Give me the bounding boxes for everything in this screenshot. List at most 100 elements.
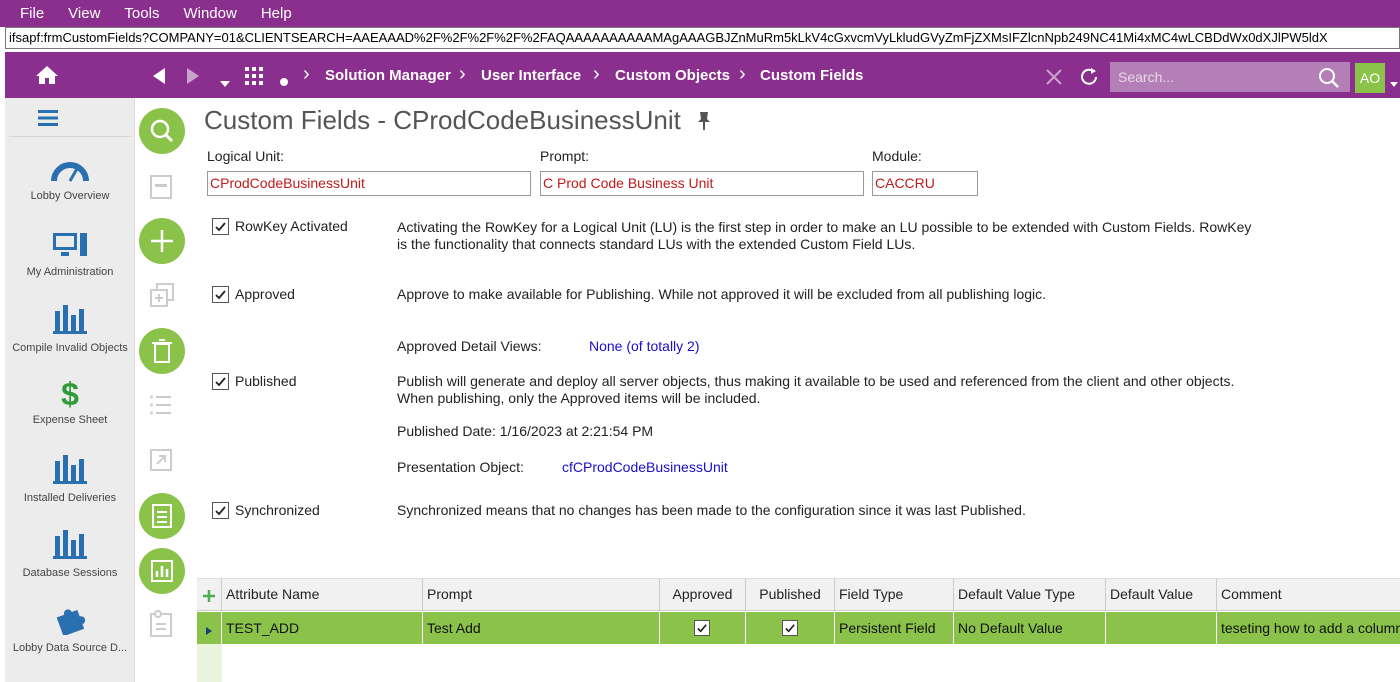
menu-bar: File View Tools Window Help	[0, 0, 1400, 27]
delete-button[interactable]	[139, 328, 185, 374]
row-gutter	[197, 644, 222, 682]
open-link-icon	[149, 448, 173, 475]
synchronized-checkbox[interactable]	[212, 502, 229, 519]
dollar-icon: $	[61, 376, 79, 412]
hamburger-menu-icon[interactable]	[38, 110, 58, 129]
info-document-icon	[149, 610, 173, 641]
details-button[interactable]	[139, 493, 185, 539]
home-icon[interactable]	[35, 65, 59, 90]
form-icon	[149, 174, 173, 203]
table-row[interactable]: TEST_ADD Test Add Persistent Field No De…	[197, 612, 1400, 644]
command-column	[135, 98, 193, 682]
module-label: Module:	[872, 148, 922, 164]
sidebar-item-my-administration[interactable]: My Administration	[5, 231, 135, 278]
prompt-label: Prompt:	[540, 148, 590, 164]
approved-detail-views-label: Approved Detail Views:	[397, 338, 542, 354]
custom-fields-table: Attribute Name Prompt Approved Published…	[197, 578, 1400, 682]
rowkey-description-line2: is the functionality that connects stand…	[397, 236, 916, 252]
bar-chart-icon	[53, 530, 87, 563]
cell-default-value[interactable]	[1105, 612, 1216, 644]
synchronized-description: Synchronized means that no changes has b…	[397, 502, 1026, 518]
row-selector-icon[interactable]	[205, 623, 213, 639]
search-input[interactable]: Search...	[1110, 62, 1350, 92]
cell-default-value-type[interactable]: No Default Value	[953, 612, 1105, 644]
logical-unit-label: Logical Unit:	[207, 148, 285, 164]
apps-grid-icon[interactable]	[245, 67, 263, 90]
column-header-prompt[interactable]: Prompt	[422, 579, 659, 612]
avatar[interactable]: AO	[1355, 63, 1385, 93]
search-button[interactable]	[139, 108, 185, 154]
bar-chart-icon	[53, 305, 87, 338]
dot-icon	[279, 71, 289, 92]
menu-view[interactable]: View	[68, 5, 100, 22]
breadcrumb-solution-manager[interactable]: Solution Manager	[325, 67, 451, 84]
column-header-attribute-name[interactable]: Attribute Name	[221, 579, 422, 612]
add-row-icon[interactable]	[202, 589, 216, 606]
duplicate-icon	[149, 282, 175, 311]
cell-attribute-name[interactable]: TEST_ADD	[221, 612, 422, 644]
forward-arrow-icon[interactable]	[185, 67, 201, 90]
sidebar-item-compile-invalid-objects[interactable]: Compile Invalid Objects	[5, 303, 135, 354]
table-header: Attribute Name Prompt Approved Published…	[197, 578, 1400, 612]
approved-checkbox[interactable]	[212, 286, 229, 303]
cell-comment[interactable]: teseting how to add a column	[1216, 612, 1400, 644]
breadcrumb-custom-fields[interactable]: Custom Fields	[760, 67, 863, 84]
chevron-down-icon[interactable]	[1389, 73, 1399, 94]
cell-prompt[interactable]: Test Add	[422, 612, 659, 644]
new-button[interactable]	[139, 218, 185, 264]
menu-tools[interactable]: Tools	[124, 5, 159, 22]
search-placeholder: Search...	[1118, 69, 1175, 85]
column-header-published[interactable]: Published	[745, 579, 834, 612]
back-arrow-icon[interactable]	[151, 67, 167, 90]
published-label: Published	[235, 373, 297, 389]
address-bar[interactable]: ifsapf:frmCustomFields?COMPANY=01&CLIENT…	[5, 27, 1400, 49]
menu-help[interactable]: Help	[261, 5, 292, 22]
prompt-field[interactable]: C Prod Code Business Unit	[540, 171, 864, 196]
sidebar-item-expense-sheet[interactable]: $ Expense Sheet	[5, 378, 135, 426]
breadcrumb-user-interface[interactable]: User Interface	[481, 67, 581, 84]
approved-detail-views-link[interactable]: None (of totally 2)	[589, 338, 700, 354]
menu-window[interactable]: Window	[183, 5, 236, 22]
column-header-default-value[interactable]: Default Value	[1105, 579, 1216, 612]
breadcrumb-separator-icon: ›	[739, 63, 746, 85]
search-icon[interactable]	[1318, 67, 1340, 92]
rowkey-description-line1: Activating the RowKey for a Logical Unit…	[397, 219, 1252, 235]
dropdown-icon[interactable]	[219, 72, 231, 93]
sidebar-item-label: Lobby Data Source D...	[12, 642, 128, 654]
presentation-object-link[interactable]: cfCProdCodeBusinessUnit	[562, 459, 728, 475]
gauge-icon	[51, 162, 89, 186]
menu-file[interactable]: File	[20, 5, 44, 22]
rowkey-activated-label: RowKey Activated	[235, 218, 348, 234]
breadcrumb-custom-objects[interactable]: Custom Objects	[615, 67, 730, 84]
sidebar-item-label: Database Sessions	[22, 567, 118, 579]
logical-unit-field[interactable]: CProdCodeBusinessUnit	[207, 171, 531, 196]
close-icon[interactable]	[1045, 68, 1063, 91]
refresh-icon[interactable]	[1078, 66, 1100, 93]
approved-description: Approve to make available for Publishing…	[397, 286, 1047, 302]
bar-chart-icon	[53, 455, 87, 488]
analytics-button[interactable]	[139, 548, 185, 594]
column-header-field-type[interactable]: Field Type	[834, 579, 953, 612]
column-header-comment[interactable]: Comment	[1216, 579, 1400, 612]
sidebar-item-lobby-overview[interactable]: Lobby Overview	[5, 155, 135, 202]
module-field[interactable]: CACCRU	[872, 171, 978, 196]
cell-published[interactable]	[745, 612, 834, 644]
approved-cell-checkbox[interactable]	[694, 620, 710, 636]
sidebar-item-label: Installed Deliveries	[23, 492, 117, 504]
column-header-approved[interactable]: Approved	[659, 579, 745, 612]
rowkey-activated-checkbox[interactable]	[212, 218, 229, 235]
sidebar-item-label: Compile Invalid Objects	[12, 342, 128, 354]
sidebar-item-database-sessions[interactable]: Database Sessions	[5, 528, 135, 579]
published-description-line1: Publish will generate and deploy all ser…	[397, 373, 1235, 389]
cell-field-type[interactable]: Persistent Field	[834, 612, 953, 644]
breadcrumb-separator-icon: ›	[593, 63, 600, 85]
sidebar-item-installed-deliveries[interactable]: Installed Deliveries	[5, 453, 135, 504]
sidebar-item-lobby-data-source[interactable]: Lobby Data Source D...	[5, 603, 135, 654]
published-date: Published Date: 1/16/2023 at 2:21:54 PM	[397, 423, 654, 439]
sidebar-item-label: My Administration	[26, 266, 114, 278]
column-header-default-value-type[interactable]: Default Value Type	[953, 579, 1105, 612]
published-cell-checkbox[interactable]	[782, 620, 798, 636]
cell-approved[interactable]	[659, 612, 745, 644]
pin-icon[interactable]	[696, 107, 712, 138]
published-checkbox[interactable]	[212, 373, 229, 390]
